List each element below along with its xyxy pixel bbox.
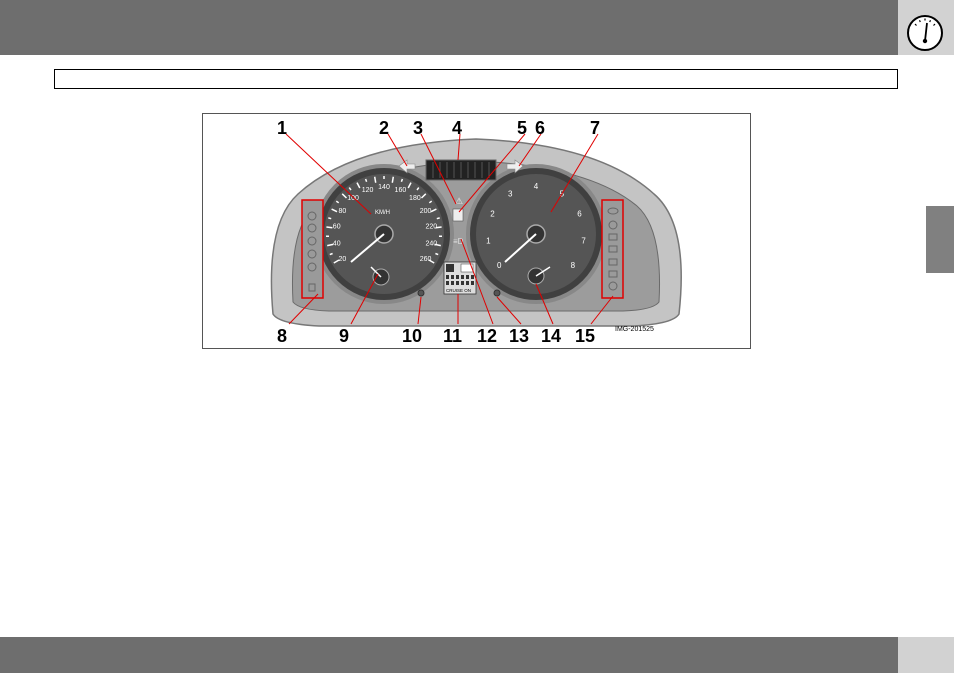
callout-10: 10: [402, 326, 422, 346]
speedometer-label-80: 80: [339, 208, 347, 215]
callout-2: 2: [379, 118, 389, 138]
speedometer-tick: [329, 252, 333, 256]
footer-corner: [898, 637, 954, 673]
speedometer-tick: [436, 217, 440, 220]
callout-4: 4: [452, 118, 462, 138]
speedometer-tick: [328, 217, 332, 220]
speedometer-label-40: 40: [333, 240, 341, 247]
tachometer-label-7: 7: [581, 236, 586, 245]
speedometer-label-200: 200: [420, 208, 432, 215]
tachometer-label-2: 2: [490, 210, 495, 219]
callout-13: 13: [509, 326, 529, 346]
speedometer-label-60: 60: [333, 224, 341, 231]
speedometer-tick: [326, 226, 333, 229]
callout-12: 12: [477, 326, 497, 346]
speedometer: KM/H 20406080100120 140 160180200220240260: [314, 164, 454, 304]
callout-11: 11: [443, 326, 462, 346]
callout-3: 3: [413, 118, 423, 138]
footer-bar: [0, 637, 898, 673]
speedometer-label-140: 140: [378, 184, 390, 191]
speedometer-label-260: 260: [420, 256, 432, 263]
cruise-display-text: CRUISE ON: [446, 288, 471, 293]
image-id: IMG-201525: [615, 326, 654, 333]
speedometer-label-240: 240: [425, 240, 437, 247]
speedometer-label-180: 180: [409, 195, 421, 202]
callout-14: 14: [541, 326, 561, 346]
speedometer-label-220: 220: [425, 224, 437, 231]
speedometer-tick: [364, 178, 368, 183]
speedometer-label-120: 120: [362, 187, 374, 194]
tachometer-label-6: 6: [577, 210, 582, 219]
callout-1: 1: [277, 118, 287, 138]
speedometer-tick: [400, 178, 404, 183]
callout-9: 9: [339, 326, 349, 346]
speedometer-label-20: 20: [339, 256, 347, 263]
center-warning-symbol: [452, 208, 464, 222]
callout-6: 6: [535, 118, 545, 138]
speedometer-tick: [391, 176, 395, 183]
reset-knob-left: [417, 289, 425, 297]
tachometer-label-0: 0: [497, 261, 502, 270]
tachometer-label-8: 8: [571, 261, 576, 270]
speedometer-unit: KM/H: [375, 210, 390, 216]
speedometer-label-160: 160: [395, 187, 407, 194]
callout-7: 7: [590, 118, 600, 138]
speedometer-tick: [373, 176, 377, 183]
header-bar: [0, 0, 898, 55]
tachometer-label-3: 3: [508, 190, 513, 199]
reset-knob-right: [493, 289, 501, 297]
tachometer: 012345678: [466, 164, 606, 304]
section-title-box: [54, 69, 898, 89]
chapter-side-tab: [926, 206, 954, 273]
callout-8: 8: [277, 326, 287, 346]
warning-icon: ⚠: [455, 196, 463, 206]
callout-15: 15: [575, 326, 595, 346]
gauge-icon: [907, 15, 943, 51]
speedometer-tick: [435, 252, 439, 256]
tachometer-label-1: 1: [486, 236, 491, 245]
tachometer-label-4: 4: [534, 182, 539, 191]
left-indicator-panel: [301, 199, 324, 299]
callout-5: 5: [517, 118, 527, 138]
instrument-panel-figure: KM/H 20 40 60 80 100 120 140 160 180 200 220 240 260…: [202, 113, 751, 349]
right-indicator-panel: [601, 199, 624, 299]
